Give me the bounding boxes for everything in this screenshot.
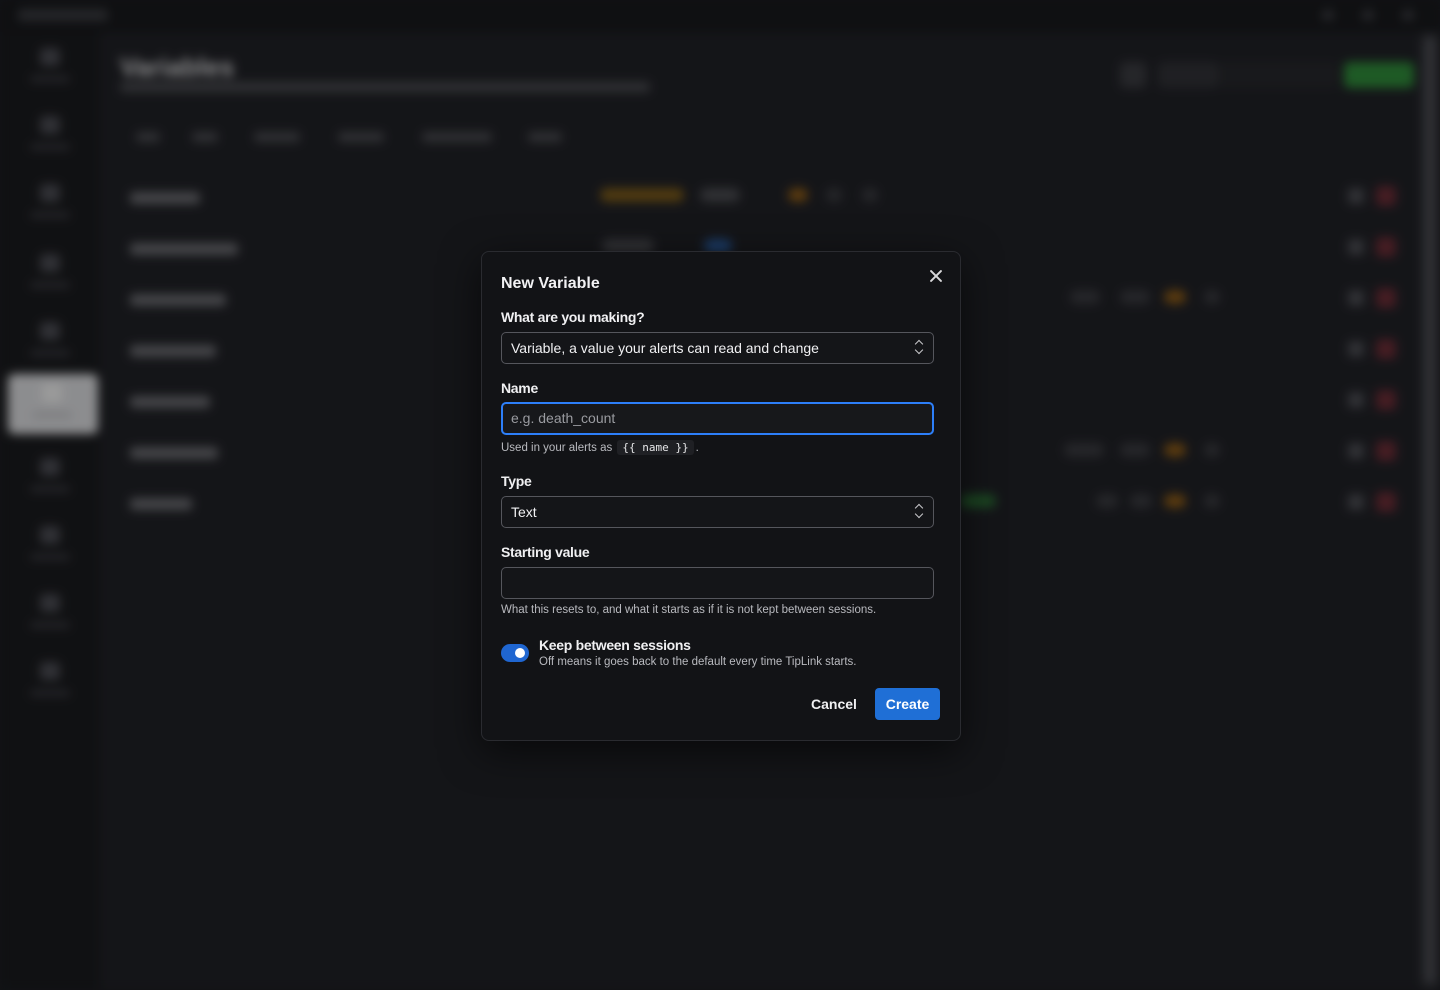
cancel-button[interactable]: Cancel [800,689,868,719]
dialog-title: New Variable [501,275,600,292]
name-template-code: {{ name }} [617,440,694,455]
kind-select[interactable]: Variable, a value your alerts can read a… [501,332,934,364]
name-help: Used in your alerts as {{ name }}. [501,440,699,455]
kind-select-value: Variable, a value your alerts can read a… [511,340,819,356]
keep-sessions-toggle[interactable] [501,644,529,662]
new-variable-dialog: New Variable What are you making? Variab… [481,251,961,741]
create-button[interactable]: Create [875,688,940,720]
name-label: Name [501,380,538,396]
starting-value-help: What this resets to, and what it starts … [501,604,877,616]
keep-sessions-description: Off means it goes back to the default ev… [539,656,857,668]
toggle-knob [515,648,525,658]
name-field[interactable]: e.g. death_count [501,402,934,435]
type-select[interactable]: Text [501,496,934,528]
starting-value-field[interactable] [501,567,934,599]
type-select-value: Text [511,504,537,520]
starting-value-label: Starting value [501,544,590,560]
keep-sessions-label: Keep between sessions [539,637,691,653]
close-icon[interactable] [926,266,946,286]
kind-label: What are you making? [501,309,645,325]
type-label: Type [501,473,532,489]
name-placeholder: e.g. death_count [511,410,616,426]
select-chevron-icon [915,339,923,355]
select-chevron-icon [915,503,923,519]
